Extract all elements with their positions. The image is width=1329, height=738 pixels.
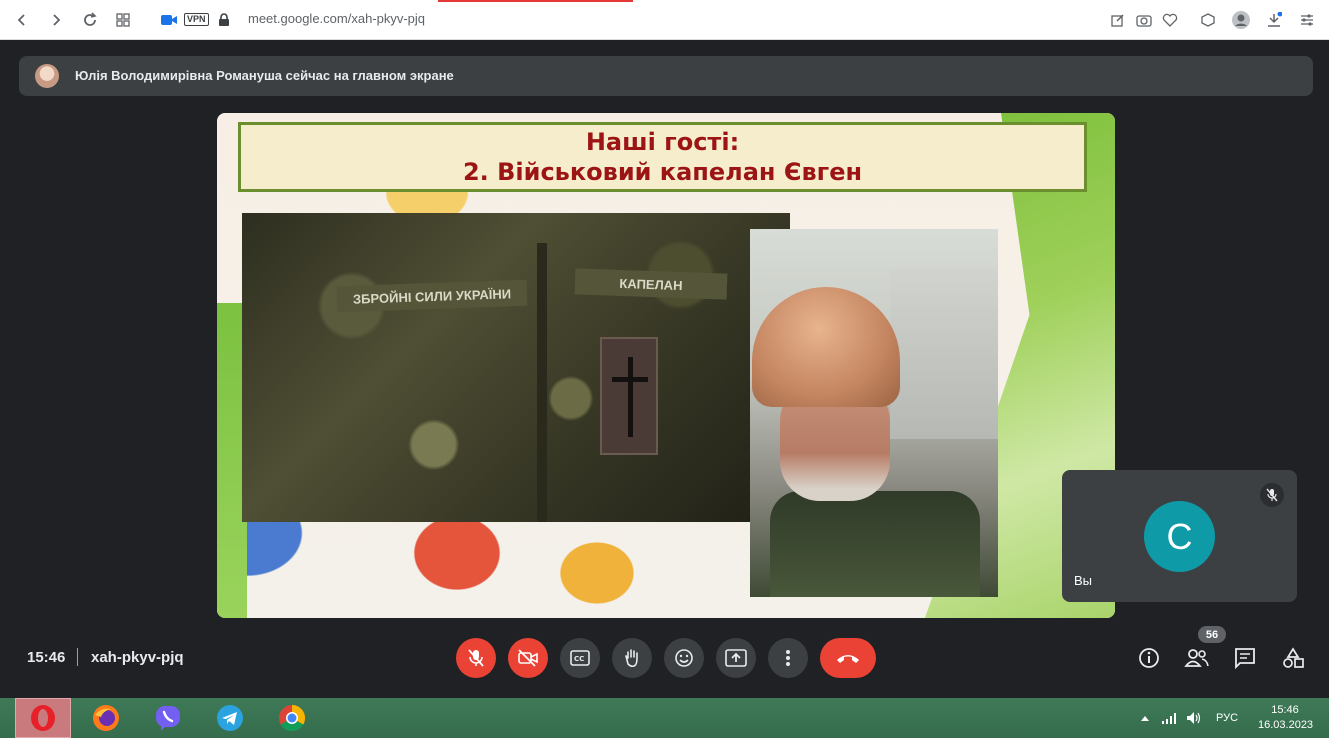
firefox-icon[interactable] [78, 698, 134, 738]
activities-button[interactable] [1279, 644, 1307, 672]
more-options-button[interactable] [768, 638, 808, 678]
uniform-patch-right: КАПЕЛАН [574, 268, 728, 300]
people-icon [1184, 649, 1209, 667]
presenter-avatar [35, 64, 59, 88]
activities-icon [1283, 647, 1304, 668]
leave-call-button[interactable] [820, 638, 876, 678]
edit-icon[interactable] [1108, 10, 1128, 30]
body-armor [770, 491, 980, 597]
slide-title-line-2: 2. Військовий капелан Євген [462, 158, 863, 186]
present-icon [725, 649, 747, 667]
browser-toolbar: VPN meet.google.com/xah-pkyv-pjq [0, 0, 1329, 40]
uniform-zipper [537, 243, 547, 522]
meet-camera-icon [157, 8, 181, 32]
heart-icon[interactable] [1160, 10, 1180, 30]
emoji-icon [675, 649, 693, 667]
address-bar[interactable]: meet.google.com/xah-pkyv-pjq [248, 11, 425, 26]
present-screen-button[interactable] [716, 638, 756, 678]
uniform-photo: ЗБРОЙНІ СИЛИ УКРАЇНИ КАПЕЛАН [242, 213, 790, 522]
uniform-patch-left: ЗБРОЙНІ СИЛИ УКРАЇНИ [336, 279, 528, 313]
lock-icon[interactable] [212, 8, 236, 32]
camera-toggle-button[interactable] [508, 638, 548, 678]
language-indicator[interactable]: РУС [1216, 698, 1238, 738]
mic-off-icon [1260, 483, 1284, 507]
svg-text:CC: CC [574, 655, 584, 663]
opera-icon[interactable] [15, 698, 71, 738]
system-date: 16.03.2023 [1258, 719, 1314, 731]
forward-icon[interactable] [44, 8, 68, 32]
slide-title: Наші гості: 2. Військовий капелан Євген [238, 122, 1087, 192]
network-icon[interactable] [1161, 698, 1177, 738]
cross-patch [600, 337, 658, 455]
telegram-icon[interactable] [202, 698, 258, 738]
chaplain-photo [750, 229, 998, 597]
hand-icon [625, 649, 638, 668]
chat-icon [1235, 648, 1255, 669]
raise-hand-button[interactable] [612, 638, 652, 678]
os-taskbar: РУС 15:46 16.03.2023 [0, 698, 1329, 738]
tray-overflow-icon[interactable] [1140, 698, 1150, 738]
self-avatar: С [1144, 501, 1215, 572]
shared-screen: Наші гості: 2. Військовий капелан Євген … [217, 113, 1115, 618]
self-name: Вы [1074, 573, 1093, 588]
camera-off-icon [518, 649, 538, 667]
meeting-code: xah-pkyv-pjq [91, 649, 184, 666]
reactions-button[interactable] [664, 638, 704, 678]
info-icon [1139, 648, 1159, 668]
slide-title-line-1: Наші гості: [585, 128, 740, 156]
divider [77, 648, 78, 666]
participants-count-badge: 56 [1198, 626, 1226, 643]
speed-dial-icon[interactable] [111, 8, 135, 32]
helmet [752, 287, 900, 407]
presenter-banner: Юлія Володимирівна Романуша сейчас на гл… [19, 56, 1313, 96]
profile-icon[interactable] [1231, 10, 1251, 30]
self-video-tile[interactable]: С Вы [1062, 470, 1297, 602]
reload-icon[interactable] [78, 8, 102, 32]
extensions-icon[interactable] [1198, 10, 1218, 30]
snapshot-icon[interactable] [1134, 10, 1154, 30]
end-call-icon [837, 655, 859, 663]
captions-button[interactable]: CC [560, 638, 600, 678]
people-button[interactable] [1183, 644, 1211, 672]
viber-icon[interactable] [140, 698, 196, 738]
meeting-time: 15:46 [27, 649, 66, 666]
back-icon[interactable] [10, 8, 34, 32]
chrome-icon[interactable] [264, 698, 320, 738]
volume-icon[interactable] [1186, 698, 1202, 738]
system-time: 15:46 [1271, 704, 1299, 716]
captions-icon: CC [570, 650, 590, 666]
more-vertical-icon [786, 650, 790, 666]
active-tab-indicator [438, 0, 633, 2]
system-clock[interactable]: 15:46 16.03.2023 [1258, 703, 1314, 733]
chat-button[interactable] [1231, 644, 1259, 672]
mic-off-icon [468, 649, 484, 667]
easy-setup-icon[interactable] [1297, 10, 1317, 30]
presenter-notice: Юлія Володимирівна Романуша сейчас на гл… [75, 68, 454, 83]
download-icon[interactable] [1264, 10, 1284, 30]
meeting-details-button[interactable] [1135, 644, 1163, 672]
microphone-toggle-button[interactable] [456, 638, 496, 678]
ruined-building [890, 269, 998, 439]
vpn-badge[interactable]: VPN [184, 13, 209, 26]
